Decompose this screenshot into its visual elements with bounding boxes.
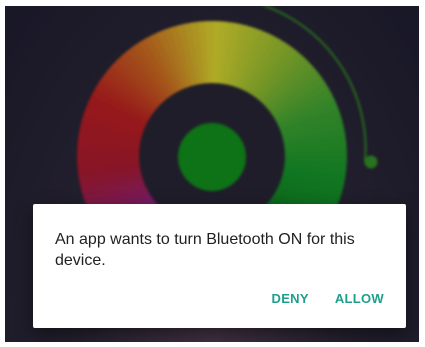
allow-button[interactable]: ALLOW bbox=[335, 291, 384, 306]
bluetooth-permission-dialog: An app wants to turn Bluetooth ON for th… bbox=[33, 204, 406, 328]
dialog-message: An app wants to turn Bluetooth ON for th… bbox=[55, 231, 355, 269]
dialog-actions: DENY ALLOW bbox=[272, 291, 384, 306]
deny-button[interactable]: DENY bbox=[272, 291, 309, 306]
app-screen: An app wants to turn Bluetooth ON for th… bbox=[5, 6, 419, 342]
